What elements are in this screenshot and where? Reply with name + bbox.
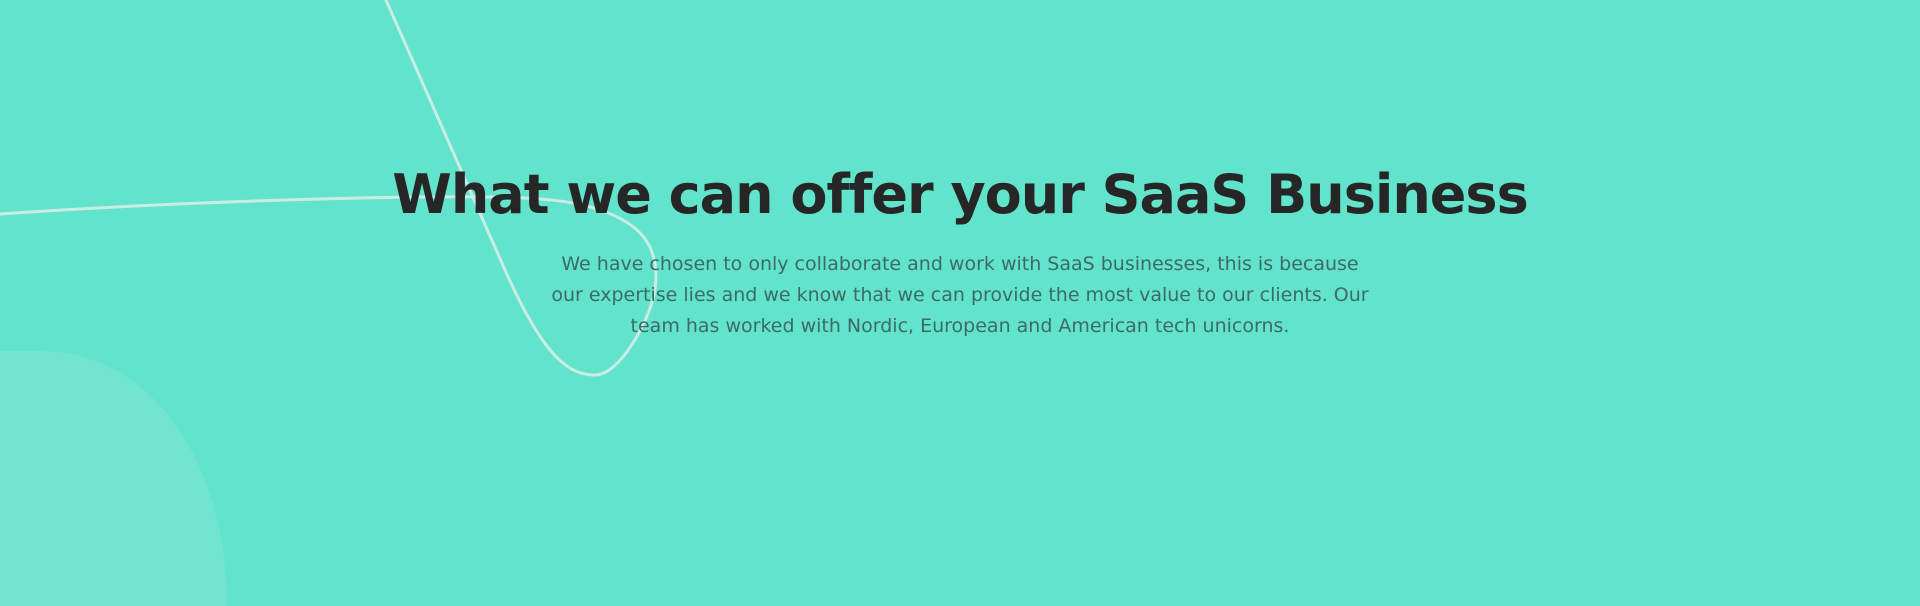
- decorative-blob: [0, 351, 227, 606]
- section-description: We have chosen to only collaborate and w…: [551, 253, 1369, 337]
- section-title: What we can offer your SaaS Business: [392, 163, 1528, 226]
- offer-section: What we can offer your SaaS Business We …: [0, 0, 1920, 606]
- hero-content: What we can offer your SaaS Business We …: [0, 155, 1920, 342]
